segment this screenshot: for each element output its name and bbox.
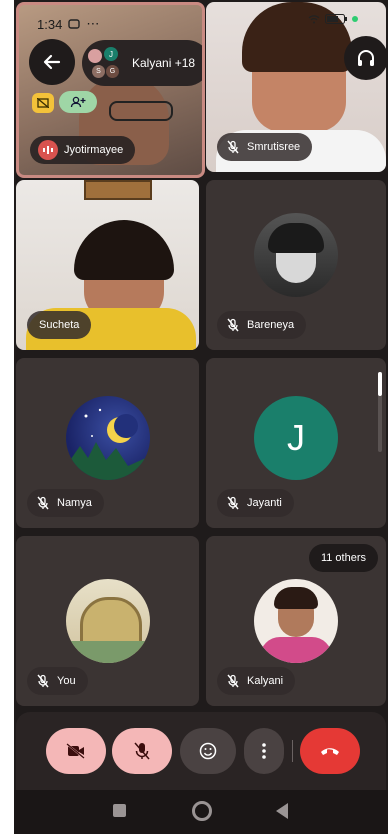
headphones-icon [358, 50, 374, 66]
avatar-clothing [260, 637, 332, 663]
mic-off-icon [225, 673, 241, 689]
participant-tile-sucheta[interactable]: Sucheta [16, 180, 199, 350]
reactions-button[interactable] [180, 728, 236, 774]
wifi-icon [308, 15, 320, 24]
mic-off-icon [225, 139, 241, 155]
speaking-indicator-icon [38, 140, 58, 160]
participant-avatar [65, 579, 150, 663]
participant-tile-bareneya[interactable]: Bareneya [206, 180, 386, 350]
wall-frame [84, 180, 152, 200]
participant-name: Jayanti [247, 497, 282, 509]
scrollbar-thumb[interactable] [378, 372, 382, 396]
more-options-button[interactable] [244, 728, 284, 774]
participant-name: Sucheta [39, 319, 80, 331]
name-chip-sucheta: Sucheta [27, 311, 92, 339]
battery-dot [352, 16, 358, 22]
mic-off-icon [225, 495, 241, 511]
emoji-icon [199, 742, 217, 760]
back-button[interactable] [29, 39, 75, 85]
add-person-icon [70, 96, 86, 108]
mic-off-icon [225, 317, 241, 333]
participant-tile-jayanti[interactable]: J Jayanti [206, 358, 386, 528]
status-right [308, 14, 358, 24]
name-chip-jayanti: Jayanti [217, 489, 294, 517]
mic-off-icon [35, 495, 51, 511]
captions-off-icon[interactable] [32, 93, 54, 113]
scrollbar[interactable] [378, 372, 382, 452]
others-count: 11 others [320, 552, 366, 564]
participants-label: Kalyani +18 [132, 56, 196, 70]
participant-name: Jyotirmayee [64, 144, 124, 156]
participant-avatar [254, 579, 338, 663]
participant-name: Namya [57, 497, 92, 509]
battery-icon [325, 14, 347, 24]
participants-pill[interactable]: J S G Kalyani +18 [82, 40, 202, 86]
meet-screen: 1:34 ⋯ J S G Kalyani +18 Jyotirmayee Smr… [14, 0, 388, 834]
mini-avatar-g: G [106, 65, 119, 78]
camera-off-icon [66, 743, 85, 759]
mic-off-icon [134, 742, 150, 760]
participant-tile-jyotirmayee[interactable]: 1:34 ⋯ J S G Kalyani +18 Jyotirmayee [16, 2, 205, 178]
recents-button[interactable] [113, 804, 126, 817]
more-dots-icon: ⋯ [86, 16, 100, 31]
controls-divider [292, 740, 293, 762]
participant-name: Kalyani [247, 675, 284, 687]
hang-up-icon [321, 748, 339, 755]
cast-icon [68, 17, 81, 32]
camera-toggle-button[interactable] [46, 728, 106, 774]
participant-tile-namya[interactable]: Namya [16, 358, 199, 528]
avatar-ground [65, 641, 150, 663]
glasses [109, 101, 173, 121]
back-nav-button[interactable] [276, 803, 288, 819]
status-bar: 1:34 ⋯ [37, 16, 99, 32]
hair [242, 2, 352, 72]
avatar-letter: J [287, 416, 305, 458]
status-time: 1:34 [37, 16, 63, 32]
mini-avatar-photo [88, 49, 102, 63]
name-chip-bareneya: Bareneya [217, 311, 307, 339]
name-chip-kalyani: Kalyani [217, 667, 296, 695]
name-chip-smrutisree: Smrutisree [217, 133, 313, 161]
end-call-button[interactable] [300, 728, 360, 774]
participant-tile-you[interactable]: You [16, 536, 199, 706]
more-vertical-icon [262, 743, 266, 759]
audio-output-button[interactable] [344, 36, 386, 80]
participant-tile-kalyani[interactable]: 11 others Kalyani [206, 536, 386, 706]
participant-tile-smrutisree[interactable]: Smrutisree [206, 2, 386, 172]
moon-icon [65, 408, 150, 480]
name-chip-you: You [27, 667, 88, 695]
mini-avatar-s: S [92, 65, 105, 78]
avatar-hair [274, 587, 318, 609]
avatar-hair [268, 222, 324, 253]
home-button[interactable] [192, 801, 212, 821]
participant-name: Bareneya [247, 319, 295, 331]
arrow-left-icon [43, 54, 61, 70]
name-chip-namya: Namya [27, 489, 104, 517]
mic-off-icon [35, 673, 51, 689]
participant-name: Smrutisree [247, 141, 301, 153]
mini-avatars: J S G [88, 45, 124, 81]
name-chip-jyotirmayee: Jyotirmayee [30, 136, 136, 164]
participant-name: You [57, 675, 76, 687]
others-badge[interactable]: 11 others [308, 544, 378, 572]
hair [74, 220, 174, 280]
participant-avatar [65, 395, 150, 480]
mini-avatar-j: J [104, 47, 118, 61]
participant-avatar [254, 212, 338, 297]
mic-toggle-button[interactable] [112, 728, 172, 774]
add-person-button[interactable] [59, 91, 97, 113]
participant-avatar: J [254, 395, 338, 480]
